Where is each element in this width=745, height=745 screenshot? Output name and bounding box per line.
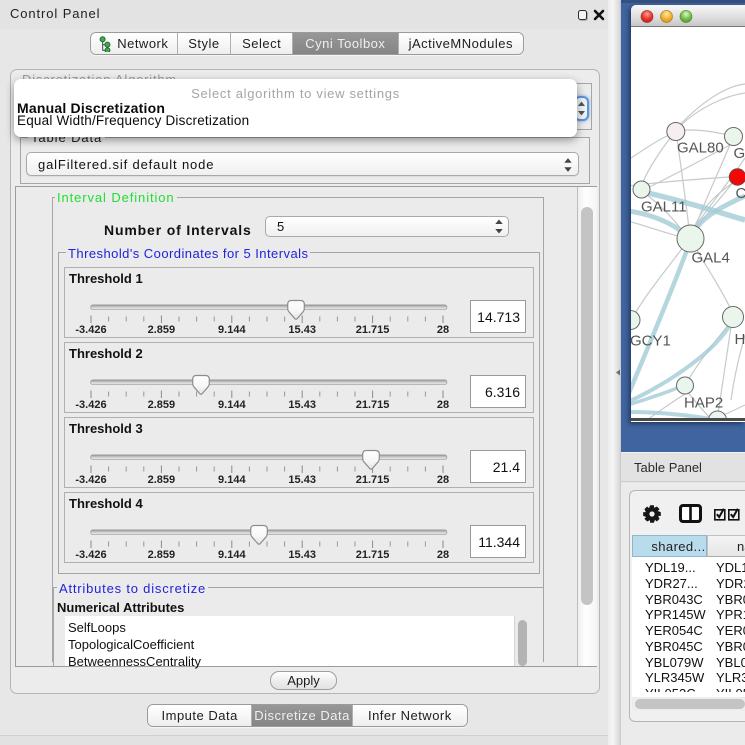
svg-text:GA: GA [734, 145, 745, 162]
svg-text:21.715: 21.715 [356, 324, 390, 336]
svg-text:GAL11: GAL11 [641, 199, 687, 216]
svg-text:28: 28 [437, 549, 449, 561]
svg-text:2.859: 2.859 [148, 324, 176, 336]
svg-text:2.859: 2.859 [148, 399, 176, 411]
svg-text:-3.426: -3.426 [75, 399, 106, 411]
svg-text:21.715: 21.715 [356, 549, 390, 561]
svg-text:2.859: 2.859 [148, 474, 176, 486]
svg-text:9.144: 9.144 [218, 474, 246, 486]
svg-text:28: 28 [437, 474, 449, 486]
svg-text:GAL80: GAL80 [677, 140, 724, 157]
svg-text:GAL4: GAL4 [692, 250, 730, 267]
svg-text:21.715: 21.715 [356, 399, 390, 411]
svg-text:15.43: 15.43 [288, 399, 316, 411]
svg-text:9.144: 9.144 [218, 399, 246, 411]
svg-text:C: C [736, 185, 745, 202]
svg-text:15.43: 15.43 [288, 549, 316, 561]
svg-text:2.859: 2.859 [148, 549, 176, 561]
svg-text:9.144: 9.144 [218, 324, 246, 336]
svg-text:GCY1: GCY1 [631, 333, 671, 350]
svg-text:HAP2: HAP2 [684, 395, 723, 412]
svg-text:21.715: 21.715 [356, 474, 390, 486]
svg-text:9.144: 9.144 [218, 549, 246, 561]
svg-text:H: H [735, 331, 745, 348]
svg-text:15.43: 15.43 [288, 324, 316, 336]
svg-text:15.43: 15.43 [288, 474, 316, 486]
svg-text:-3.426: -3.426 [75, 474, 106, 486]
svg-text:-3.426: -3.426 [75, 549, 106, 561]
svg-text:28: 28 [437, 324, 449, 336]
svg-text:28: 28 [437, 399, 449, 411]
svg-text:-3.426: -3.426 [75, 324, 106, 336]
